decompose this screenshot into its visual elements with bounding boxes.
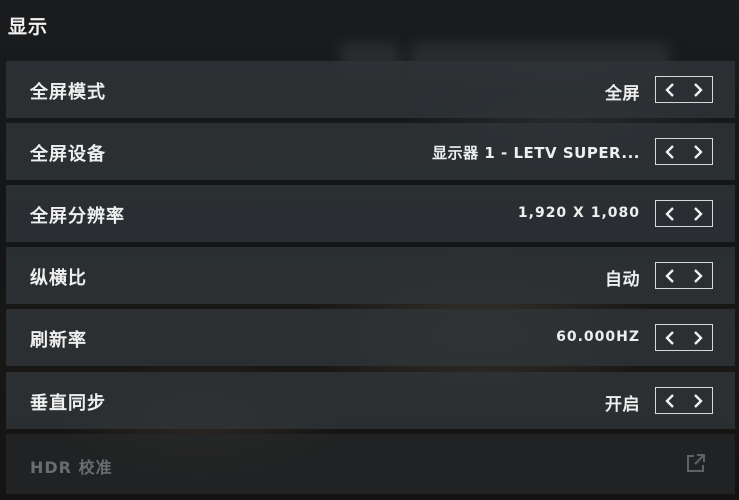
option-stepper bbox=[655, 324, 713, 351]
option-stepper bbox=[655, 262, 713, 289]
setting-row-vsync[interactable]: 垂直同步 开启 bbox=[6, 372, 735, 429]
prev-option-button[interactable] bbox=[656, 263, 684, 288]
setting-value: 60.000HZ bbox=[556, 329, 640, 345]
option-stepper bbox=[655, 138, 713, 165]
next-option-button[interactable] bbox=[684, 263, 712, 288]
chevron-left-icon bbox=[665, 144, 674, 159]
option-stepper bbox=[655, 200, 713, 227]
setting-label: 纵横比 bbox=[30, 268, 87, 289]
prev-option-button[interactable] bbox=[656, 325, 684, 350]
chevron-right-icon bbox=[694, 206, 703, 221]
chevron-left-icon bbox=[665, 268, 674, 283]
prev-option-button[interactable] bbox=[656, 388, 684, 413]
chevron-right-icon bbox=[694, 330, 703, 345]
setting-value: 全屏 bbox=[605, 84, 640, 104]
external-link-icon[interactable] bbox=[684, 451, 708, 475]
setting-row-refresh-rate[interactable]: 刷新率 60.000HZ bbox=[6, 309, 735, 366]
setting-label: 垂直同步 bbox=[30, 393, 106, 414]
prev-option-button[interactable] bbox=[656, 201, 684, 226]
chevron-right-icon bbox=[694, 144, 703, 159]
chevron-right-icon bbox=[694, 393, 703, 408]
display-settings-panel: 显示 全屏模式 全屏 全屏设备 显示器 1 - LETV SUPER... 全屏… bbox=[0, 0, 739, 500]
setting-label: 全屏模式 bbox=[30, 82, 106, 103]
option-stepper bbox=[655, 76, 713, 103]
setting-value: 开启 bbox=[605, 395, 640, 415]
chevron-left-icon bbox=[665, 330, 674, 345]
setting-value: 显示器 1 - LETV SUPER... bbox=[432, 144, 640, 162]
next-option-button[interactable] bbox=[684, 325, 712, 350]
prev-option-button[interactable] bbox=[656, 139, 684, 164]
chevron-left-icon bbox=[665, 206, 674, 221]
setting-row-fullscreen-device[interactable]: 全屏设备 显示器 1 - LETV SUPER... bbox=[6, 123, 735, 180]
chevron-right-icon bbox=[694, 82, 703, 97]
setting-label: 全屏分辨率 bbox=[30, 206, 125, 227]
prev-option-button[interactable] bbox=[656, 77, 684, 102]
setting-label: HDR 校准 bbox=[30, 458, 113, 477]
next-option-button[interactable] bbox=[684, 388, 712, 413]
setting-label: 刷新率 bbox=[30, 330, 87, 351]
setting-row-fullscreen-mode[interactable]: 全屏模式 全屏 bbox=[6, 61, 735, 118]
next-option-button[interactable] bbox=[684, 77, 712, 102]
setting-row-aspect-ratio[interactable]: 纵横比 自动 bbox=[6, 247, 735, 304]
setting-row-fullscreen-resolution[interactable]: 全屏分辨率 1,920 X 1,080 bbox=[6, 185, 735, 242]
chevron-right-icon bbox=[694, 268, 703, 283]
setting-value: 自动 bbox=[605, 270, 640, 290]
next-option-button[interactable] bbox=[684, 139, 712, 164]
option-stepper bbox=[655, 387, 713, 414]
section-title: 显示 bbox=[8, 16, 49, 38]
chevron-left-icon bbox=[665, 82, 674, 97]
chevron-left-icon bbox=[665, 393, 674, 408]
setting-label: 全屏设备 bbox=[30, 144, 106, 165]
setting-value: 1,920 X 1,080 bbox=[517, 205, 640, 221]
setting-row-hdr-calibration[interactable]: HDR 校准 bbox=[6, 434, 735, 494]
next-option-button[interactable] bbox=[684, 201, 712, 226]
